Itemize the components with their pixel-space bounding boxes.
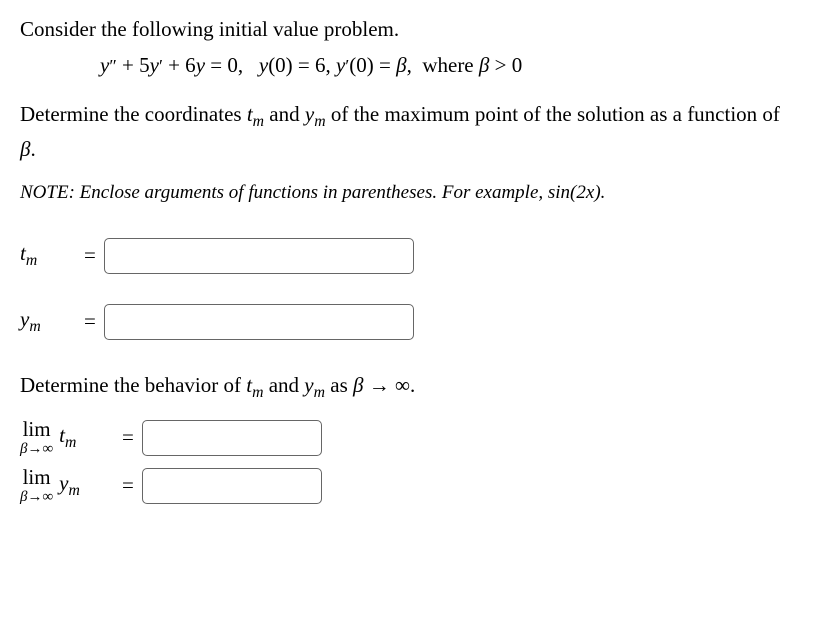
equation-display: y″ + 5y′ + 6y = 0, y(0) = 6, y′(0) = β, … bbox=[100, 50, 799, 82]
lim-tm-input[interactable] bbox=[142, 420, 322, 456]
lim-ym-input[interactable] bbox=[142, 468, 322, 504]
behavior-text: Determine the behavior of tm and ym as β… bbox=[20, 370, 799, 405]
equals-sign: = bbox=[84, 240, 96, 272]
note-text: NOTE: Enclose arguments of functions in … bbox=[20, 179, 799, 208]
ym-answer-row: ym = bbox=[20, 304, 799, 340]
problem-intro: Consider the following initial value pro… bbox=[20, 14, 799, 46]
lim-tm-row: lim β→∞ tm = bbox=[20, 419, 799, 457]
ym-label: ym bbox=[20, 304, 76, 339]
tm-label: tm bbox=[20, 238, 76, 273]
lim-ym-label: lim β→∞ ym bbox=[20, 467, 122, 505]
tm-input[interactable] bbox=[104, 238, 414, 274]
equals-sign: = bbox=[122, 470, 134, 502]
equals-sign: = bbox=[122, 422, 134, 454]
lim-tm-label: lim β→∞ tm bbox=[20, 419, 122, 457]
ym-input[interactable] bbox=[104, 304, 414, 340]
lim-ym-row: lim β→∞ ym = bbox=[20, 467, 799, 505]
equals-sign: = bbox=[84, 306, 96, 338]
question-text: Determine the coordinates tm and ym of t… bbox=[20, 99, 799, 165]
tm-answer-row: tm = bbox=[20, 238, 799, 274]
